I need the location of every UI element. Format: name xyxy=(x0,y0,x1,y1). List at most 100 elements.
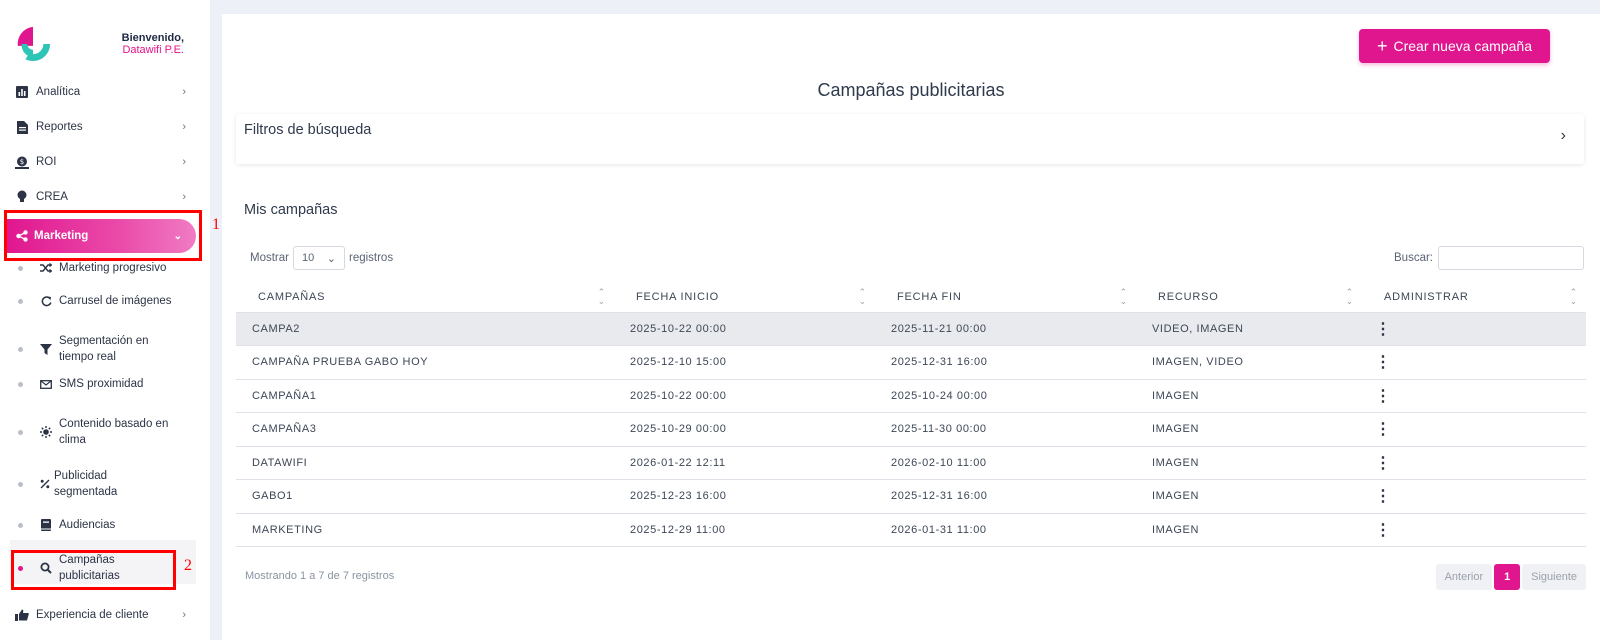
cell-resource: IMAGEN xyxy=(1136,445,1362,480)
bullet-dot xyxy=(18,522,23,528)
table-row[interactable]: CAMPA2 2025-10-22 00:00 2025-11-21 00:00… xyxy=(236,311,1586,346)
kebab-menu-icon[interactable]: ⋮ xyxy=(1362,345,1586,379)
cell-start-date: 2025-10-29 00:00 xyxy=(614,412,875,446)
bullet-dot xyxy=(18,265,23,271)
column-header-fecha-inicio[interactable]: FECHA INICIO ⌃ ⌄ xyxy=(614,282,875,312)
cell-start-date: 2025-10-22 00:00 xyxy=(614,311,875,346)
welcome-label: Bienvenido, xyxy=(121,32,184,44)
records-label: registros xyxy=(348,252,394,264)
sort-icon: ⌃ ⌄ xyxy=(597,287,606,306)
filters-title: Filtros de búsqueda xyxy=(244,122,372,138)
sidebar-item-label: CREA xyxy=(36,191,68,203)
svg-text:$: $ xyxy=(20,158,24,166)
shuffle-icon xyxy=(39,263,53,273)
kebab-menu-icon[interactable]: ⋮ xyxy=(1362,479,1586,513)
kebab-menu-icon[interactable]: ⋮ xyxy=(1362,311,1586,346)
column-header-label: ADMINISTRAR xyxy=(1384,290,1469,303)
subitem-label: Segmentación en tiempo real xyxy=(59,335,149,363)
sort-icon: ⌃ ⌄ xyxy=(1569,287,1578,306)
column-header-administrar[interactable]: ADMINISTRAR ⌃ ⌄ xyxy=(1362,282,1586,312)
sidebar-item-roi[interactable]: $ ROI › xyxy=(14,151,186,173)
prev-page-button[interactable]: Anterior xyxy=(1435,564,1493,590)
bullet-dot xyxy=(18,481,23,487)
cell-campaign: CAMPAÑA3 xyxy=(236,412,614,446)
cell-start-date: 2025-10-22 00:00 xyxy=(614,378,875,413)
thumbs-up-icon xyxy=(14,608,30,622)
section-title: Mis campañas xyxy=(244,202,338,218)
next-page-button[interactable]: Siguiente xyxy=(1522,564,1586,590)
book-icon xyxy=(39,519,53,531)
kebab-menu-icon[interactable]: ⋮ xyxy=(1362,378,1586,413)
cell-resource: IMAGEN, VIDEO xyxy=(1136,345,1362,379)
chevron-right-icon: › xyxy=(182,156,186,168)
search-filters-panel[interactable]: Filtros de búsqueda › xyxy=(236,114,1584,164)
create-campaign-button[interactable]: + Crear nueva campaña xyxy=(1358,29,1550,63)
page-length-value: 10 xyxy=(301,252,315,264)
welcome-text: Bienvenido, Datawifi P.E. xyxy=(122,32,184,56)
table-row[interactable]: MARKETING 2025-12-29 11:00 2026-01-31 11… xyxy=(236,512,1586,547)
annotation-box-1 xyxy=(4,210,202,261)
page-1-button[interactable]: 1 xyxy=(1494,564,1521,590)
bullet-dot xyxy=(18,298,23,304)
search-label: Buscar: xyxy=(1394,252,1433,264)
sort-icon: ⌃ ⌄ xyxy=(1345,287,1354,306)
sidebar-subitem-segmentacion[interactable]: Segmentación en tiempo real xyxy=(18,332,188,366)
table-search: Buscar: xyxy=(1394,246,1584,270)
cell-resource: VIDEO, IMAGEN xyxy=(1136,311,1362,346)
bullet-dot xyxy=(18,381,23,387)
column-header-label: RECURSO xyxy=(1158,290,1219,303)
sidebar: Bienvenido, Datawifi P.E. Analítica › Re… xyxy=(0,0,210,640)
sidebar-item-label: Experiencia de cliente xyxy=(36,609,149,621)
subitem-label: Audiencias xyxy=(59,519,116,531)
bullet-dot xyxy=(18,346,23,352)
create-campaign-label: Crear nueva campaña xyxy=(1393,38,1532,54)
cell-campaign: CAMPAÑA PRUEBA GABO HOY xyxy=(236,345,614,379)
table-row[interactable]: DATAWIFI 2026-01-22 12:11 2026-02-10 11:… xyxy=(236,445,1586,480)
sidebar-item-label: Reportes xyxy=(36,121,83,133)
search-input[interactable] xyxy=(1438,246,1584,270)
sidebar-item-experiencia[interactable]: Experiencia de cliente › xyxy=(14,604,186,626)
table-row[interactable]: CAMPAÑA3 2025-10-29 00:00 2025-11-30 00:… xyxy=(236,412,1586,446)
sidebar-subitem-sms[interactable]: SMS proximidad xyxy=(18,376,188,392)
cell-resource: IMAGEN xyxy=(1136,512,1362,547)
column-header-fecha-fin[interactable]: FECHA FIN ⌃ ⌄ xyxy=(875,282,1136,312)
cell-end-date: 2025-12-31 16:00 xyxy=(875,479,1136,513)
sidebar-subitem-audiencias[interactable]: Audiencias xyxy=(18,517,188,533)
kebab-menu-icon[interactable]: ⋮ xyxy=(1362,445,1586,480)
table-header-row: CAMPAÑAS ⌃ ⌄ FECHA INICIO ⌃ ⌄ FECHA FIN ⌃ ⌄ RE… xyxy=(236,282,1586,312)
brand-logo xyxy=(17,26,51,61)
column-header-label: CAMPAÑAS xyxy=(258,290,326,303)
sidebar-item-analitica[interactable]: Analítica › xyxy=(14,81,186,103)
sidebar-item-crea[interactable]: CREA › xyxy=(14,186,186,208)
page-length-select[interactable]: 10 ⌄ xyxy=(292,246,345,270)
table-row[interactable]: GABO1 2025-12-23 16:00 2025-12-31 16:00 … xyxy=(236,479,1586,513)
plus-icon: + xyxy=(1376,35,1388,56)
sidebar-item-reportes[interactable]: Reportes › xyxy=(14,116,186,138)
cell-end-date: 2025-11-21 00:00 xyxy=(875,311,1136,346)
sidebar-subitem-clima[interactable]: Contenido basado en clima xyxy=(18,415,188,449)
subitem-label: SMS proximidad xyxy=(59,378,144,390)
kebab-menu-icon[interactable]: ⋮ xyxy=(1362,512,1586,547)
cell-campaign: DATAWIFI xyxy=(236,445,614,480)
sun-icon xyxy=(39,426,53,438)
campaigns-table: CAMPAÑAS ⌃ ⌄ FECHA INICIO ⌃ ⌄ FECHA FIN ⌃ ⌄ RE… xyxy=(236,282,1586,547)
cell-campaign: MARKETING xyxy=(236,512,614,547)
sidebar-subitem-marketing-progresivo[interactable]: Marketing progresivo xyxy=(18,260,188,276)
table-row[interactable]: CAMPAÑA PRUEBA GABO HOY 2025-12-10 15:00… xyxy=(236,345,1586,379)
chevron-right-icon: › xyxy=(182,609,186,621)
column-header-campanas[interactable]: CAMPAÑAS ⌃ ⌄ xyxy=(236,282,614,312)
table-row[interactable]: CAMPAÑA1 2025-10-22 00:00 2025-10-24 00:… xyxy=(236,378,1586,413)
sidebar-item-label: ROI xyxy=(36,156,57,168)
pagination: Anterior 1 Siguiente xyxy=(1435,564,1586,590)
lightbulb-icon xyxy=(14,190,30,204)
sidebar-subitem-carrusel[interactable]: Carrusel de imágenes xyxy=(18,293,188,309)
cell-campaign: CAMPAÑA1 xyxy=(236,378,614,413)
page-title: Campañas publicitarias xyxy=(817,80,1005,100)
annotation-box-2 xyxy=(11,550,176,590)
kebab-menu-icon[interactable]: ⋮ xyxy=(1362,412,1586,446)
sidebar-subitem-publicidad[interactable]: Publicidad segmentada xyxy=(18,467,188,501)
document-icon xyxy=(14,120,30,134)
bullet-dot xyxy=(18,429,23,435)
cell-end-date: 2026-02-10 11:00 xyxy=(875,445,1136,480)
column-header-recurso[interactable]: RECURSO ⌃ ⌄ xyxy=(1136,282,1362,312)
